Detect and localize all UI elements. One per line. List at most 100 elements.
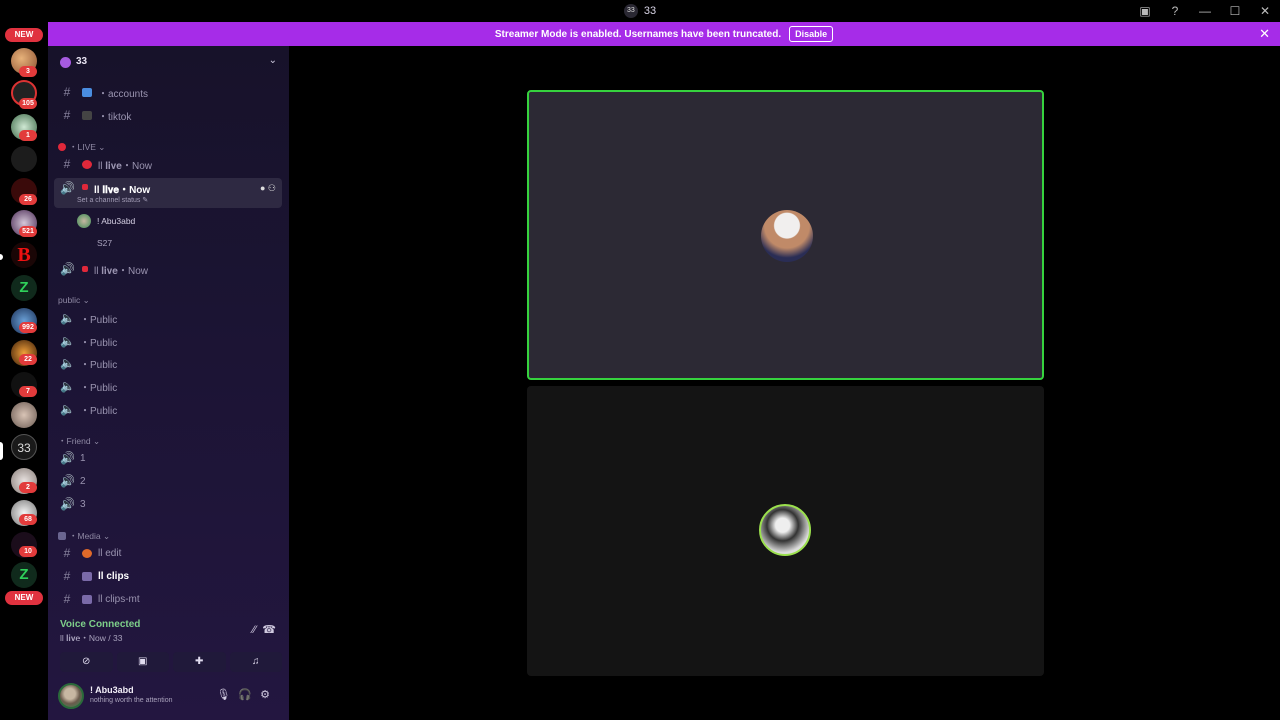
category-label: ・Media ⌄ xyxy=(69,531,111,541)
server-badge-2: 105 xyxy=(19,98,37,109)
help-icon[interactable]: ? xyxy=(1160,4,1190,18)
speaker-locked-icon: 🔊 xyxy=(60,497,75,511)
channel-label: 2 xyxy=(80,475,86,487)
server-badge-9: 2 xyxy=(19,482,37,493)
participant-tile-speaking[interactable] xyxy=(527,90,1044,380)
channel-public-3[interactable]: 🔈 ・Public xyxy=(54,353,282,373)
voice-connection-panel: Voice Connected ll 𝐥𝐢𝐯𝐞・Now / 33 ⁄⁄ ☎ ⊘ … xyxy=(54,616,284,680)
maximize-button[interactable]: ☐ xyxy=(1220,4,1250,18)
channel-emoji-icon xyxy=(82,571,92,581)
server-unread-dot xyxy=(0,254,3,260)
channel-public-5[interactable]: 🔈 ・Public xyxy=(54,399,282,419)
headphones-icon[interactable]: 🎧 xyxy=(238,689,260,701)
live-flag-icon xyxy=(82,266,88,272)
voice-user-s27[interactable]: S27 xyxy=(77,236,112,250)
banner-message: Streamer Mode is enabled. Usernames have… xyxy=(494,28,782,40)
channel-live-voice-2[interactable]: 🔊 ll 𝐥𝐢𝐯𝐞・Now xyxy=(54,259,282,279)
server-badge-7: 22 xyxy=(19,354,37,365)
speaker-icon: 🔊 xyxy=(60,181,75,195)
channel-friend-3[interactable]: 🔊 3 xyxy=(54,494,282,514)
server-badge-10: 68 xyxy=(19,514,37,525)
server-icon-17[interactable]: Z xyxy=(11,562,37,588)
channel-label: ・tiktok xyxy=(98,111,132,123)
server-rail: NEW 3 105 1 26 521 B Z 992 22 7 33 2 68 … xyxy=(0,22,48,720)
screen-share-button[interactable]: ▣ xyxy=(116,652,169,672)
minimize-button[interactable]: — xyxy=(1190,4,1220,18)
channel-friend-1[interactable]: 🔊 1 xyxy=(54,448,282,468)
discord-window: 33 33 ▣ ? — ☐ ✕ NEW 3 105 1 26 521 B Z 99… xyxy=(0,0,1280,720)
inbox-icon[interactable]: ▣ xyxy=(1130,4,1160,18)
server-badge-3: 1 xyxy=(19,130,37,141)
new-pill-top[interactable]: NEW xyxy=(5,28,43,42)
channel-label: ・Public xyxy=(80,382,118,394)
disable-streamer-mode-button[interactable]: Disable xyxy=(789,26,834,42)
new-pill-bottom[interactable]: NEW xyxy=(5,591,43,605)
live-flag-icon xyxy=(82,184,88,190)
microphone-icon[interactable]: 🎙 xyxy=(216,689,238,701)
category-label: ・LIVE ⌄ xyxy=(69,142,106,152)
voice-user-name: ! Abu3abd xyxy=(97,216,136,226)
window-title-text: 33 xyxy=(643,4,657,17)
participant-avatar xyxy=(761,210,813,262)
voice-user-abu3abd[interactable]: ! Abu3abd xyxy=(77,214,135,228)
channel-accounts[interactable]: # ・accounts xyxy=(54,82,282,102)
category-live[interactable]: ・LIVE ⌄ xyxy=(58,141,105,153)
channel-emoji-icon xyxy=(82,87,92,97)
category-label: ・Friend ⌄ xyxy=(58,436,101,446)
server-badge-1: 3 xyxy=(19,66,37,77)
invite-icon[interactable]: ⚇ xyxy=(268,183,276,193)
channel-live-text[interactable]: # ll 𝐥𝐢𝐯𝐞・Now xyxy=(54,154,282,174)
channel-public-2[interactable]: 🔈 ・Public xyxy=(54,331,282,351)
soundboard-button[interactable]: ♫ xyxy=(229,652,282,672)
chat-icon[interactable]: ● xyxy=(260,183,265,193)
server-badge-8: 7 xyxy=(19,386,37,397)
channel-public-4[interactable]: 🔈 ・Public xyxy=(54,376,282,396)
server-badge-4: 26 xyxy=(19,194,37,205)
server-icon-13[interactable]: 33 xyxy=(11,434,37,460)
participant-tile[interactable] xyxy=(527,386,1044,676)
window-controls: ▣ ? — ☐ ✕ xyxy=(1130,0,1280,22)
channel-friend-2[interactable]: 🔊 2 xyxy=(54,471,282,491)
category-public[interactable]: public ⌄ xyxy=(58,295,90,306)
channel-clips-mt[interactable]: # ll clips-mt xyxy=(54,589,282,609)
user-avatar[interactable] xyxy=(58,683,84,709)
set-channel-status[interactable]: Set a channel status ✎ xyxy=(77,196,148,204)
hash-icon: # xyxy=(63,569,71,583)
activities-button[interactable]: ✚ xyxy=(173,652,226,672)
channel-emoji-icon xyxy=(82,548,92,558)
channel-clips[interactable]: # ll clips xyxy=(54,566,282,586)
server-icon-12[interactable] xyxy=(11,402,37,428)
hash-icon: # xyxy=(63,108,71,122)
title-bar: 33 33 ▣ ? — ☐ ✕ xyxy=(0,0,1280,22)
channel-label: ll 𝐥𝐢𝐯𝐞・Now xyxy=(94,185,151,196)
user-status: nothing worth the attention xyxy=(90,697,173,704)
speaker-icon: 🔈 xyxy=(60,334,75,348)
voice-connected-label[interactable]: Voice Connected xyxy=(60,619,140,630)
category-friend[interactable]: ・Friend ⌄ xyxy=(58,435,100,447)
chevron-down-icon[interactable]: ⌄ xyxy=(269,55,277,66)
avatar xyxy=(77,214,91,228)
channel-edit[interactable]: # ll edit xyxy=(54,543,282,563)
speaker-icon: 🔈 xyxy=(60,356,75,370)
channel-public-1[interactable]: 🔈 ・Public xyxy=(54,308,282,328)
live-dot-icon xyxy=(58,143,66,151)
disconnect-icon[interactable]: ☎ xyxy=(262,624,276,636)
user-name[interactable]: ! Abu3abd xyxy=(90,685,134,695)
channel-label: ll edit xyxy=(98,547,122,559)
noise-suppression-icon[interactable]: ⁄⁄ xyxy=(252,624,256,636)
category-media[interactable]: ・Media ⌄ xyxy=(58,530,110,542)
hash-icon: # xyxy=(63,157,71,171)
server-icon-4[interactable] xyxy=(11,146,37,172)
gear-icon[interactable]: ⚙ xyxy=(260,689,278,701)
channel-actions: ● ⚇ xyxy=(260,183,276,194)
speaker-locked-icon: 🔊 xyxy=(60,474,75,488)
guild-header[interactable]: 33 ⌄ xyxy=(48,46,289,78)
server-icon-8[interactable]: Z xyxy=(11,275,37,301)
voice-channel-label[interactable]: ll 𝐥𝐢𝐯𝐞・Now / 33 xyxy=(60,632,122,644)
close-window-button[interactable]: ✕ xyxy=(1250,4,1280,18)
channel-tiktok[interactable]: # ・tiktok xyxy=(54,105,282,125)
server-icon-7[interactable]: B xyxy=(11,242,37,268)
avatar xyxy=(77,236,91,250)
close-icon[interactable]: ✕ xyxy=(1259,26,1270,42)
camera-off-button[interactable]: ⊘ xyxy=(60,652,113,672)
